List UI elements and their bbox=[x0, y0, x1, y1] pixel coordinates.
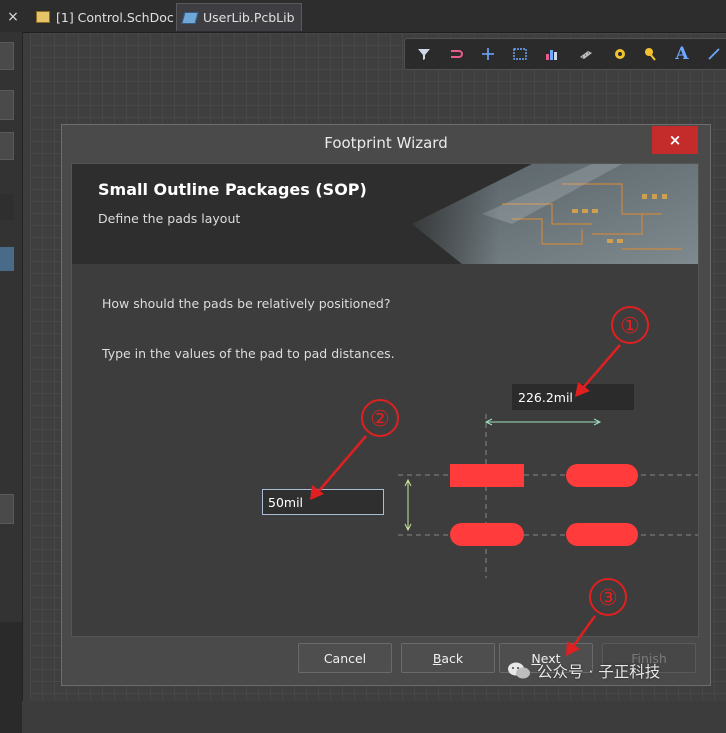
panel-dropdown-button[interactable] bbox=[0, 132, 14, 160]
panel-button[interactable] bbox=[0, 90, 14, 120]
panel-footer bbox=[0, 622, 22, 733]
close-icon: × bbox=[7, 9, 19, 25]
filter-icon[interactable] bbox=[413, 43, 435, 65]
watermark-text: 公众号 · 子正科技 bbox=[537, 663, 661, 681]
pad-4 bbox=[566, 523, 638, 546]
footprint-wizard-dialog: Footprint Wizard × Small Outline Package… bbox=[61, 124, 711, 686]
back-label-rest: ack bbox=[441, 650, 464, 666]
back-button[interactable]: Back bbox=[401, 643, 495, 673]
via-icon[interactable] bbox=[639, 43, 661, 65]
tab-label: [1] Control.SchDoc bbox=[56, 9, 174, 25]
component-icon[interactable] bbox=[575, 43, 597, 65]
schdoc-icon bbox=[36, 11, 50, 23]
tab-userlib-pcblib[interactable]: UserLib.PcbLib bbox=[176, 3, 302, 31]
page-subtitle: Define the pads layout bbox=[98, 211, 241, 226]
crosshair-icon[interactable] bbox=[477, 43, 499, 65]
distance-instruction: Type in the values of the pad to pad dis… bbox=[102, 346, 395, 361]
watermark: 公众号 · 子正科技 bbox=[507, 656, 660, 686]
pad-icon[interactable] bbox=[609, 43, 631, 65]
panel-selected-row[interactable] bbox=[0, 247, 14, 271]
pad-2 bbox=[566, 464, 638, 487]
cancel-button[interactable]: Cancel bbox=[298, 643, 392, 673]
pcblib-icon bbox=[181, 11, 199, 24]
page-title: Small Outline Packages (SOP) bbox=[98, 180, 367, 199]
active-bar-toolbar: A bbox=[404, 38, 726, 70]
select-rect-icon[interactable] bbox=[509, 43, 531, 65]
wizard-page: Small Outline Packages (SOP) Define the … bbox=[71, 163, 699, 637]
tab-control-schdoc[interactable]: [1] Control.SchDoc bbox=[30, 4, 180, 30]
panel-dropdown-button[interactable] bbox=[0, 42, 14, 70]
pad-pitch-input[interactable] bbox=[512, 384, 634, 410]
back-access-key: B bbox=[432, 650, 442, 666]
panel-button[interactable] bbox=[0, 494, 14, 524]
text-icon[interactable]: A bbox=[671, 43, 693, 65]
chart-icon[interactable] bbox=[541, 43, 563, 65]
row-spacing-input[interactable] bbox=[262, 489, 384, 515]
panel-row bbox=[0, 194, 14, 220]
left-panel bbox=[0, 32, 23, 733]
dialog-close-button[interactable]: × bbox=[652, 126, 698, 154]
route-icon[interactable] bbox=[445, 43, 467, 65]
close-panel-button[interactable]: × bbox=[0, 4, 26, 30]
pad-1 bbox=[450, 464, 524, 487]
wizard-header: Small Outline Packages (SOP) Define the … bbox=[72, 164, 698, 264]
close-icon: × bbox=[668, 131, 682, 149]
line-icon[interactable] bbox=[703, 43, 725, 65]
document-tab-bar: × [1] Control.SchDoc UserLib.PcbLib bbox=[0, 0, 726, 33]
pads-layout-diagram bbox=[398, 414, 698, 578]
pcb-illustration bbox=[392, 164, 698, 264]
dialog-title: Footprint Wizard bbox=[324, 134, 448, 152]
position-question: How should the pads be relatively positi… bbox=[102, 296, 391, 311]
tab-label: UserLib.PcbLib bbox=[203, 10, 295, 25]
pad-3 bbox=[450, 523, 524, 546]
wechat-icon bbox=[508, 662, 530, 679]
